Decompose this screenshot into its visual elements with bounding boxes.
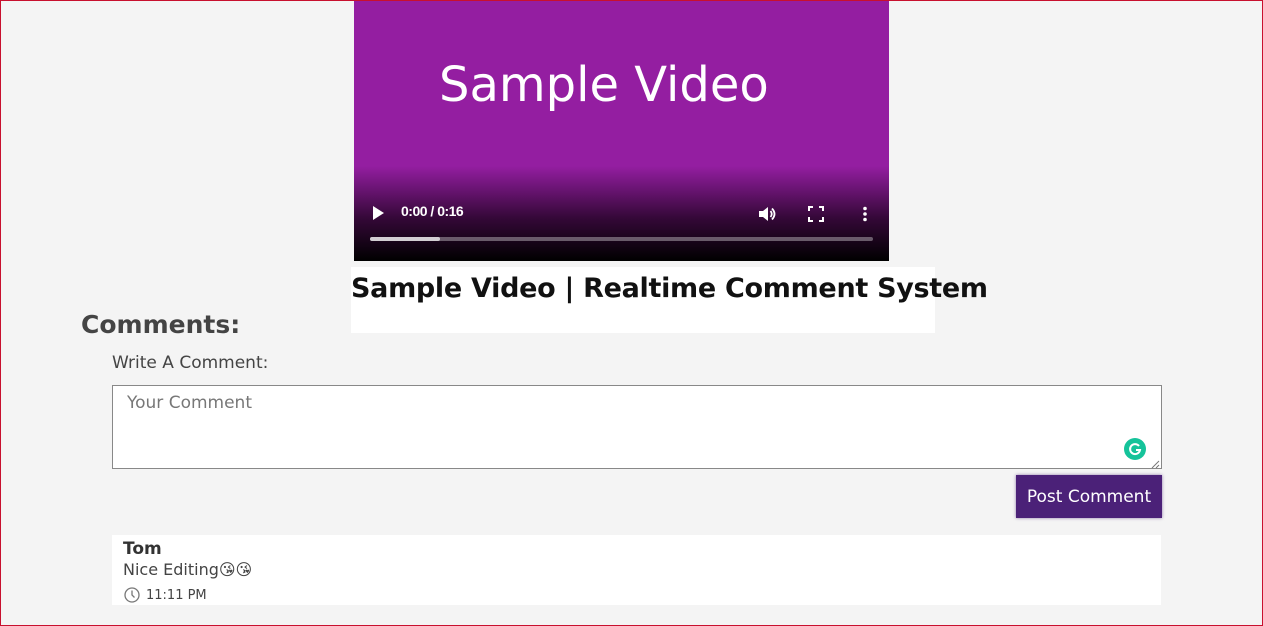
video-progress-fill: [370, 237, 441, 241]
comment-item: Tom Nice Editing😘😘 11:11 PM: [112, 535, 1161, 605]
grammarly-icon[interactable]: [1124, 438, 1146, 460]
fullscreen-icon[interactable]: [805, 203, 827, 225]
volume-icon[interactable]: [756, 203, 778, 225]
textarea-resize-icon[interactable]: [1150, 456, 1160, 469]
video-poster-title: Sample Video: [439, 57, 769, 113]
more-options-icon[interactable]: [854, 203, 876, 225]
comments-heading: Comments:: [81, 310, 241, 339]
comment-label: Write A Comment:: [112, 353, 269, 373]
post-comment-button[interactable]: Post Comment: [1016, 475, 1162, 518]
comment-text: Nice Editing😘😘: [123, 560, 253, 579]
play-icon[interactable]: [368, 203, 388, 223]
page-title-box: Sample Video | Realtime Comment System: [351, 267, 988, 333]
video-controls: 0:00 / 0:16: [354, 197, 889, 237]
video-player[interactable]: Sample Video 0:00 / 0:16: [354, 1, 889, 261]
video-progress-bar[interactable]: [370, 237, 873, 241]
comment-author: Tom: [123, 539, 162, 559]
comment-input[interactable]: [112, 385, 1162, 469]
clock-icon: [123, 586, 141, 604]
page-title: Sample Video | Realtime Comment System: [351, 273, 988, 304]
comment-timestamp: 11:11 PM: [123, 586, 207, 604]
video-time: 0:00 / 0:16: [401, 203, 464, 219]
comment-time: 11:11 PM: [146, 587, 207, 603]
